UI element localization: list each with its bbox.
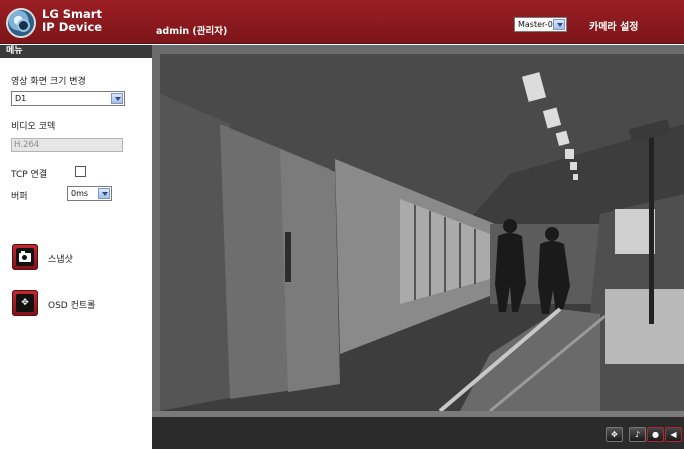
tcp-label: TCP 연결 [11, 170, 48, 180]
osd-control-button[interactable]: ✥ [12, 290, 38, 316]
snapshot-button-face [16, 248, 34, 266]
header-bar: LG Smart IP Device admin (관리자) Master-0 … [0, 0, 684, 44]
live-video-view[interactable] [160, 54, 684, 411]
current-user-label: admin (관리자) [156, 26, 228, 37]
camera-settings-link[interactable]: 카메라 설정 [589, 18, 638, 33]
camera-pole [649, 134, 654, 324]
tcp-checkbox[interactable] [75, 166, 86, 177]
product-logo: LG Smart IP Device [42, 8, 102, 34]
speaker-mic-icon[interactable]: ♪ [629, 427, 646, 442]
stream-select-value: Master-0 [518, 20, 553, 29]
snapshot-label: 스냅샷 [48, 255, 73, 265]
microphone-icon[interactable]: ● [647, 427, 664, 442]
direction-pad-icon: ✥ [21, 298, 29, 308]
stream-select[interactable]: Master-0 [514, 17, 567, 32]
chevron-down-icon [111, 93, 123, 104]
osd-button-face: ✥ [16, 294, 34, 312]
video-control-bar [152, 411, 684, 449]
chevron-down-icon [553, 19, 565, 30]
resolution-select-value: D1 [15, 94, 27, 103]
lg-logo-icon [6, 8, 36, 38]
menu-title-bar: 메뉴 [0, 45, 152, 58]
chevron-down-icon [98, 188, 110, 199]
camera-icon [19, 251, 31, 262]
video-frame: ✥ ♪ ● ◀ [152, 45, 684, 449]
snapshot-button[interactable] [12, 244, 38, 270]
osd-control-label: OSD 컨트롤 [48, 301, 96, 311]
resolution-select[interactable]: D1 [11, 91, 125, 106]
volume-icon[interactable]: ◀ [665, 427, 682, 442]
app-root: LG Smart IP Device admin (관리자) Master-0 … [0, 0, 684, 449]
logo-line-2: IP Device [42, 20, 103, 34]
resolution-label: 영상 화면 크기 변경 [11, 77, 86, 87]
sidebar-panel: 영상 화면 크기 변경 D1 비디오 코덱 H.264 TCP 연결 버퍼 0m… [0, 58, 152, 449]
video-scene [160, 54, 684, 411]
buffer-select[interactable]: 0ms [67, 186, 112, 201]
move-icon[interactable]: ✥ [606, 427, 623, 442]
codec-field: H.264 [11, 138, 123, 152]
buffer-label: 버퍼 [11, 192, 28, 202]
door-handle [285, 232, 291, 282]
buffer-select-value: 0ms [71, 189, 89, 198]
whiteboard [605, 289, 684, 364]
codec-label: 비디오 코덱 [11, 122, 56, 132]
